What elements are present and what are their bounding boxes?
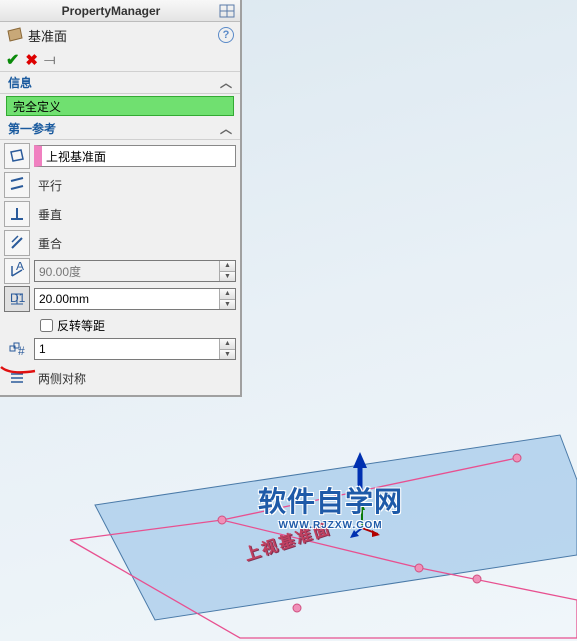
distance-spinner-buttons[interactable]: ▲ ▼ (219, 289, 235, 309)
selection-value: 上视基准面 (46, 148, 106, 165)
flip-offset-label: 反转等距 (57, 317, 105, 334)
spinner-up[interactable]: ▲ (220, 289, 235, 300)
plane-feature-icon (6, 26, 24, 44)
selection-icon[interactable] (4, 143, 30, 169)
perpendicular-label: 垂直 (34, 206, 236, 223)
first-ref-body: 上视基准面 平行 垂直 重合 A (0, 140, 240, 395)
parallel-icon[interactable] (4, 172, 30, 198)
instances-icon: # (4, 336, 30, 362)
collapse-icon[interactable]: ︿ (220, 120, 232, 137)
property-manager-panel: PropertyManager 基准面 ? ✔ ✖ ⟞ 信息 ︿ 完全定义 第一… (0, 0, 242, 397)
spinner-down[interactable]: ▼ (220, 300, 235, 310)
action-row: ✔ ✖ ⟞ (0, 48, 240, 72)
angle-value (35, 264, 219, 278)
help-icon[interactable]: ? (218, 27, 234, 43)
status-text: 完全定义 (13, 98, 61, 115)
flip-offset-checkbox[interactable] (40, 319, 53, 332)
pin-button[interactable]: ⟞ (44, 51, 56, 68)
perpendicular-row: 垂直 (4, 200, 236, 228)
annotation-red-underline (0, 365, 36, 377)
svg-text:#: # (18, 344, 25, 358)
instances-input[interactable]: ▲ ▼ (34, 338, 236, 360)
instances-value[interactable] (35, 342, 219, 356)
ok-button[interactable]: ✔ (6, 50, 19, 70)
coincident-label: 重合 (34, 235, 236, 252)
selection-input[interactable]: 上视基准面 (34, 145, 236, 167)
mid-plane-row: 两侧对称 (4, 364, 236, 392)
section-first-ref-header[interactable]: 第一参考 ︿ (0, 118, 240, 140)
spinner-down: ▼ (220, 272, 235, 282)
watermark-sub: WWW.RJZXW.COM (258, 520, 403, 531)
parallel-row: 平行 (4, 171, 236, 199)
feature-title: 基准面 (28, 26, 214, 45)
spinner-up[interactable]: ▲ (220, 339, 235, 350)
watermark-main: 软件自学网 (258, 480, 403, 520)
distance-value[interactable] (35, 292, 219, 306)
angle-icon[interactable]: A (4, 258, 30, 284)
instances-row: # ▲ ▼ (4, 336, 236, 362)
section-first-ref-label: 第一参考 (8, 120, 56, 137)
section-info-header[interactable]: 信息 ︿ (0, 72, 240, 94)
mid-plane-label: 两侧对称 (34, 370, 236, 387)
angle-row: A ▲ ▼ (4, 258, 236, 284)
spinner-down[interactable]: ▼ (220, 350, 235, 360)
perpendicular-icon[interactable] (4, 201, 30, 227)
selection-row: 上视基准面 (4, 142, 236, 170)
collapse-icon[interactable]: ︿ (220, 74, 232, 91)
cancel-button[interactable]: ✖ (25, 51, 38, 69)
pm-header: PropertyManager (0, 0, 240, 22)
coincident-row: 重合 (4, 229, 236, 257)
distance-input[interactable]: ▲ ▼ (34, 288, 236, 310)
feature-header: 基准面 ? (0, 22, 240, 48)
split-icon[interactable] (218, 2, 236, 20)
section-info-label: 信息 (8, 74, 32, 91)
flip-offset-row: 反转等距 (4, 314, 236, 336)
svg-text:D1: D1 (10, 291, 26, 305)
parallel-label: 平行 (34, 177, 236, 194)
instances-spinner-buttons[interactable]: ▲ ▼ (219, 339, 235, 359)
watermark: 软件自学网 WWW.RJZXW.COM (258, 480, 403, 531)
distance-icon[interactable]: D1 (4, 286, 30, 312)
angle-input: ▲ ▼ (34, 260, 236, 282)
svg-text:A: A (16, 262, 24, 273)
coincident-icon[interactable] (4, 230, 30, 256)
status-fully-defined: 完全定义 (6, 96, 234, 116)
spinner-up: ▲ (220, 261, 235, 272)
pm-title: PropertyManager (4, 4, 218, 18)
distance-row: D1 ▲ ▼ (4, 286, 236, 312)
angle-spinner-buttons: ▲ ▼ (219, 261, 235, 281)
